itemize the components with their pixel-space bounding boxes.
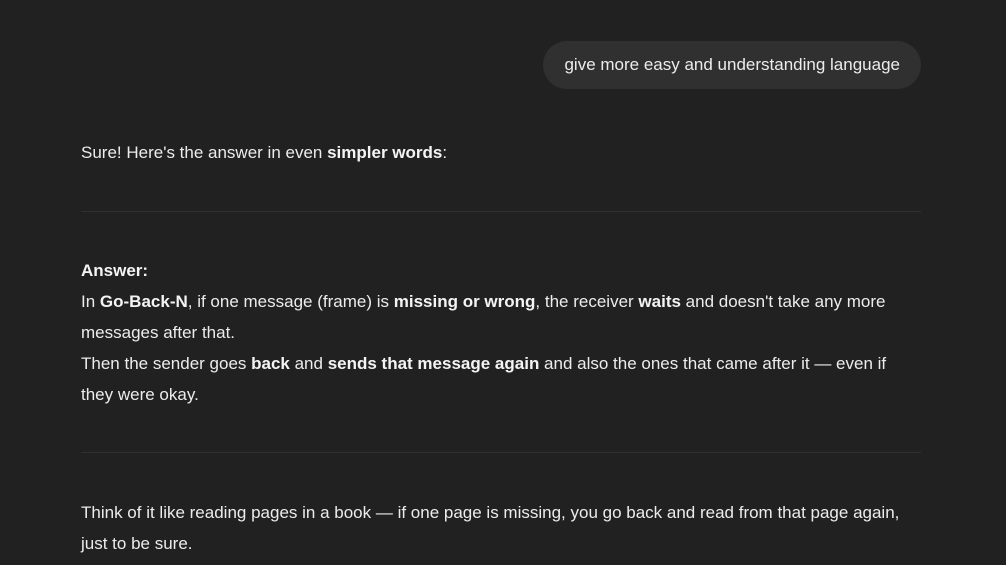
intro-suffix: : — [442, 143, 448, 162]
bold-term: missing or wrong — [393, 292, 536, 311]
bold-term: sends that message again — [327, 354, 540, 373]
answer-block: Answer: In Go-Back-N, if one message (fr… — [81, 255, 901, 410]
answer-label: Answer: — [81, 261, 149, 280]
text-run: , if one message (frame) is — [187, 292, 394, 311]
answer-paragraph-1: In Go-Back-N, if one message (frame) is … — [81, 286, 901, 348]
bold-term: back — [251, 354, 290, 373]
user-message-text: give more easy and understanding languag… — [564, 55, 900, 74]
answer-paragraph-2: Then the sender goes back and sends that… — [81, 348, 901, 410]
text-run: , the receiver — [535, 292, 639, 311]
analogy-paragraph: Think of it like reading pages in a book… — [81, 503, 900, 553]
divider — [81, 211, 921, 212]
intro-bold-text: simpler words — [327, 143, 443, 162]
chat-conversation: give more easy and understanding languag… — [0, 0, 1006, 565]
assistant-intro: Sure! Here's the answer in even simpler … — [81, 137, 447, 168]
divider — [81, 452, 921, 453]
text-run: and — [289, 354, 328, 373]
user-message-bubble: give more easy and understanding languag… — [543, 41, 921, 89]
intro-text: Sure! Here's the answer in even — [81, 143, 328, 162]
text-run: Then the sender goes — [81, 354, 252, 373]
bold-term: waits — [638, 292, 681, 311]
bold-term: Go-Back-N — [99, 292, 188, 311]
text-run: In — [81, 292, 100, 311]
